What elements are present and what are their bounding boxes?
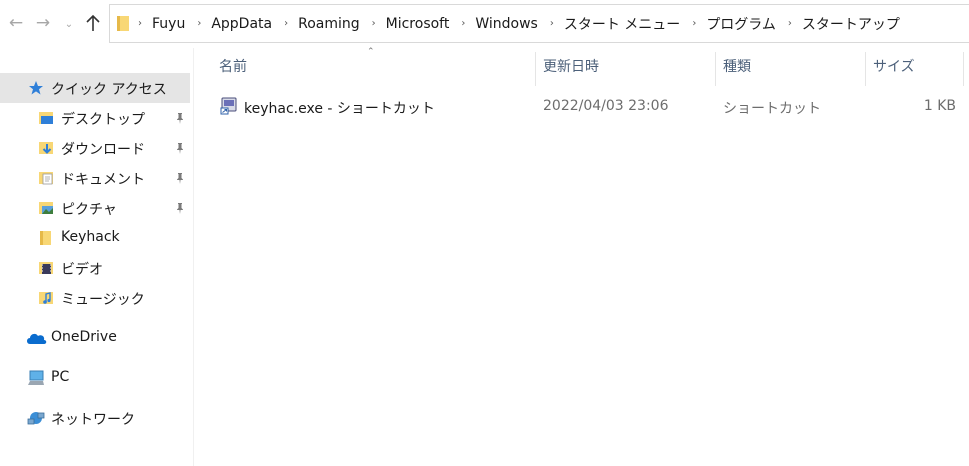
pin-icon[interactable]	[173, 201, 187, 215]
arrow-right-icon: →	[35, 13, 51, 33]
sidebar-item-label: ドキュメント	[61, 172, 145, 188]
breadcrumb-item[interactable]: Windows	[475, 16, 538, 32]
column-header-date[interactable]: 更新日時	[543, 56, 599, 86]
address-input[interactable]: › Fuyu › AppData › Roaming › Microsoft › Windows ›…	[109, 4, 969, 43]
column-divider[interactable]	[535, 52, 536, 86]
chevron-right-icon[interactable]: ›	[372, 18, 376, 29]
chevron-right-icon[interactable]: ›	[138, 18, 142, 29]
arrow-left-icon: ←	[8, 13, 24, 33]
chevron-down-icon: ⌄	[64, 18, 74, 30]
column-header-size[interactable]: サイズ	[873, 56, 915, 86]
star-icon	[29, 81, 43, 95]
sidebar-item-onedrive[interactable]: OneDrive	[0, 323, 190, 353]
column-divider[interactable]	[963, 52, 964, 86]
shortcut-icon	[220, 97, 237, 115]
cloud-icon	[27, 333, 47, 344]
chevron-right-icon[interactable]: ›	[284, 18, 288, 29]
sidebar-item-label: Keyhack	[61, 229, 120, 245]
sidebar-item-ミュージック[interactable]: ミュージック	[0, 283, 190, 313]
chevron-right-icon[interactable]: ›	[550, 18, 554, 29]
forward-button[interactable]: →	[32, 12, 54, 34]
sidebar-item-label: ミュージック	[61, 292, 145, 308]
sidebar-item-label: ピクチャ	[61, 202, 117, 218]
file-date: 2022/04/03 23:06	[543, 98, 669, 114]
sidebar-item-label: ビデオ	[61, 262, 103, 278]
breadcrumb-item[interactable]: Roaming	[298, 16, 360, 32]
sidebar-item-デスクトップ[interactable]: デスクトップ	[0, 103, 190, 133]
breadcrumb-item[interactable]: プログラム	[706, 14, 776, 34]
videos-folder-icon	[39, 262, 53, 274]
sidebar-item-keyhack[interactable]: Keyhack	[0, 223, 190, 253]
folder-icon	[117, 16, 129, 31]
sidebar-item-ダウンロード[interactable]: ダウンロード	[0, 133, 190, 163]
breadcrumb: › Fuyu › AppData › Roaming › Microsoft › Windows ›…	[138, 5, 900, 42]
column-header-type[interactable]: 種類	[723, 56, 751, 86]
chevron-right-icon[interactable]: ›	[788, 18, 792, 29]
sidebar-item-ビデオ[interactable]: ビデオ	[0, 253, 190, 283]
pin-icon[interactable]	[173, 171, 187, 185]
column-header-label: 種類	[723, 59, 751, 75]
pin-icon[interactable]	[173, 111, 187, 125]
column-divider[interactable]	[715, 52, 716, 86]
arrow-up-icon	[86, 14, 100, 31]
pictures-folder-icon	[39, 202, 53, 214]
pin-icon[interactable]	[173, 141, 187, 155]
recent-locations-button[interactable]: ⌄	[58, 13, 80, 35]
sidebar-item-pc[interactable]: PC	[0, 363, 190, 393]
sidebar-item-ドキュメント[interactable]: ドキュメント	[0, 163, 190, 193]
navigation-pane: クイック アクセス デスクトップ ダウンロード ドキュメント ピクチャ Keyhack ビ…	[0, 48, 194, 466]
documents-folder-icon	[39, 172, 53, 185]
column-divider[interactable]	[865, 52, 866, 86]
folder-icon	[40, 231, 51, 245]
sidebar-item-label: ダウンロード	[61, 142, 145, 158]
sidebar-item-label: OneDrive	[51, 329, 117, 345]
breadcrumb-item[interactable]: スタートアップ	[802, 14, 900, 34]
breadcrumb-item[interactable]: AppData	[211, 16, 272, 32]
breadcrumb-item[interactable]: スタート メニュー	[564, 14, 680, 34]
breadcrumb-item[interactable]: Fuyu	[152, 16, 185, 32]
sidebar-item-label: ネットワーク	[51, 412, 135, 428]
column-header-name[interactable]: 名前	[219, 56, 247, 86]
downloads-folder-icon	[39, 142, 53, 154]
sidebar-item-label: クイック アクセス	[51, 82, 167, 98]
music-folder-icon	[39, 292, 53, 304]
breadcrumb-item[interactable]: Microsoft	[386, 16, 450, 32]
file-size: 1 KB	[923, 98, 956, 114]
file-name: keyhac.exe - ショートカット	[244, 101, 435, 117]
up-button[interactable]	[82, 12, 104, 34]
sidebar-item-ピクチャ[interactable]: ピクチャ	[0, 193, 190, 223]
sidebar-item-quick-access[interactable]: クイック アクセス	[0, 73, 190, 103]
column-header-label: 更新日時	[543, 59, 599, 75]
sidebar-item-label: デスクトップ	[61, 112, 145, 128]
sort-ascending-icon: ⌃	[367, 47, 375, 57]
sidebar-item-network[interactable]: ネットワーク	[0, 403, 190, 433]
chevron-right-icon[interactable]: ›	[461, 18, 465, 29]
computer-icon	[28, 370, 44, 385]
chevron-right-icon[interactable]: ›	[692, 18, 696, 29]
back-button[interactable]: ←	[5, 12, 27, 34]
file-type: ショートカット	[723, 101, 821, 117]
address-bar-row: ← → ⌄ › Fuyu › AppData › Roaming › Microsoft › Wi…	[0, 0, 969, 48]
sidebar-item-label: PC	[51, 369, 70, 385]
file-row[interactable]: keyhac.exe - ショートカット 2022/04/03 23:06 ショ…	[213, 92, 963, 122]
column-header-label: 名前	[219, 59, 247, 75]
chevron-right-icon[interactable]: ›	[197, 18, 201, 29]
network-icon	[27, 412, 45, 425]
column-header-label: サイズ	[873, 59, 915, 75]
desktop-folder-icon	[39, 112, 53, 124]
